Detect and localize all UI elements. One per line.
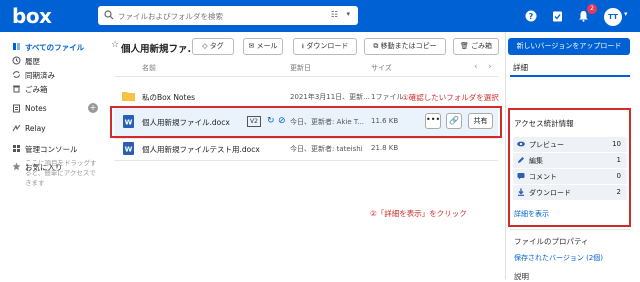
help-icon[interactable]: ? (522, 7, 540, 25)
divider (114, 76, 498, 77)
search-icon (104, 10, 114, 20)
description-heading: 説明 (514, 272, 529, 281)
favorites-hint: ここに項目をドラッグすると、簡単にアクセスできます (25, 159, 97, 187)
notification-badge: 2 (587, 4, 597, 14)
folder-icon (122, 92, 135, 101)
divider (114, 138, 498, 139)
search-input[interactable]: ファイルおよびフォルダを検索 (118, 11, 223, 22)
relay-icon (12, 124, 21, 132)
star-icon (12, 162, 21, 171)
divider (510, 229, 630, 230)
download-button[interactable]: ⭳ ダウンロード (293, 38, 357, 55)
column-header-name[interactable]: 名前 (142, 63, 156, 73)
svg-text:W: W (125, 146, 133, 154)
sidebar-item-admin-console[interactable]: 管理コンソール (0, 142, 104, 155)
trash-icon (13, 85, 20, 93)
mail-icon: ✉ (248, 42, 257, 50)
sidebar-item-all-files[interactable]: すべてのファイル (0, 40, 104, 53)
trash-button[interactable]: 🗑 ごみ箱 (453, 38, 499, 55)
folder-icon (13, 43, 20, 50)
eye-icon (517, 140, 525, 148)
admin-icon (13, 145, 20, 152)
search-bar[interactable]: ファイルおよびフォルダを検索 ☷ ▾ (98, 6, 358, 25)
column-header-size[interactable]: サイズ (371, 63, 392, 73)
move-icon: ⧉ (373, 42, 381, 50)
tag-icon: ◇ (202, 42, 210, 50)
top-bar: box ファイルおよびフォルダを検索 ☷ ▾ ? 2 TT ▾ (0, 0, 640, 32)
show-details-link[interactable]: 詳細を表示 (514, 209, 549, 219)
sidebar-item-history[interactable]: 履歴 (0, 54, 104, 67)
chevron-left-icon[interactable]: ‹ (474, 62, 478, 72)
list-item-updated: 今日、更新者: tateishi (290, 145, 363, 153)
list-item-size: 1ファイル (371, 93, 404, 101)
stats-title: アクセス統計情報 (514, 119, 574, 128)
star-outline-icon[interactable]: ☆ (111, 40, 119, 50)
tag-button[interactable]: ◇ タグ (192, 38, 234, 55)
docx-file-icon: W (123, 142, 134, 155)
stat-row-comment: コメント 0 (513, 169, 627, 184)
pencil-icon (517, 156, 525, 164)
notes-icon (13, 104, 20, 113)
page-title: 個人用新規ファ... (121, 44, 199, 55)
divider (114, 160, 498, 161)
saved-versions-link[interactable]: 保存されたバージョン (2個) (514, 253, 603, 263)
box-logo[interactable]: box (12, 4, 52, 28)
sidebar-item-trash[interactable]: ごみ箱 (0, 82, 104, 95)
download-icon (517, 188, 525, 196)
tab-details[interactable]: 詳細 (513, 62, 528, 73)
sidebar: すべてのファイル 履歴 同期済み ごみ箱 Notes + Relay 管理コンソ… (0, 32, 104, 279)
upload-version-button[interactable]: 新しいバージョンをアップロード (508, 38, 630, 55)
sidebar-item-notes[interactable]: Notes + (0, 102, 104, 115)
annotation-step1: ①確認したいフォルダを選択 (402, 93, 499, 102)
add-note-icon[interactable]: + (88, 103, 98, 113)
chevron-right-icon[interactable]: › (488, 62, 492, 72)
tab-underline (510, 75, 630, 77)
file-properties-heading[interactable]: ファイルのプロパティ (514, 236, 589, 247)
list-item-name[interactable]: 私のBox Notes (142, 92, 195, 103)
panel-divider (505, 32, 506, 279)
list-item-size: 21.8 KB (371, 144, 399, 152)
column-header-updated[interactable]: 更新日 (290, 63, 311, 73)
tasks-icon[interactable] (548, 7, 566, 25)
svg-text:?: ? (529, 12, 534, 21)
stat-row-download: ダウンロード 2 (513, 185, 627, 200)
list-item-name[interactable]: 個人用新規ファイルテスト用.docx (142, 144, 260, 155)
move-copy-button[interactable]: ⧉ 移動またはコピー (364, 38, 446, 55)
mail-button[interactable]: ✉ メール (243, 38, 283, 55)
list-item-updated: 2021年3月11日、更新... (290, 93, 370, 101)
annotation-box-row (110, 106, 502, 138)
sidebar-item-synced[interactable]: 同期済み (0, 68, 104, 81)
filter-icon[interactable]: ☷ (331, 10, 338, 19)
clock-icon (12, 56, 21, 65)
chevron-down-icon[interactable]: ▾ (346, 10, 350, 18)
chevron-down-icon[interactable]: ▾ (624, 10, 628, 18)
stat-row-edit: 編集 1 (513, 153, 627, 168)
trash-icon: 🗑 (459, 42, 472, 50)
sync-icon (13, 71, 20, 78)
annotation-step2: ②「詳細を表示」をクリック (370, 209, 467, 218)
avatar[interactable]: TT (604, 8, 622, 26)
stat-row-preview: プレビュー 10 (513, 137, 627, 152)
comment-icon (517, 172, 525, 180)
sidebar-item-relay[interactable]: Relay (0, 122, 104, 135)
